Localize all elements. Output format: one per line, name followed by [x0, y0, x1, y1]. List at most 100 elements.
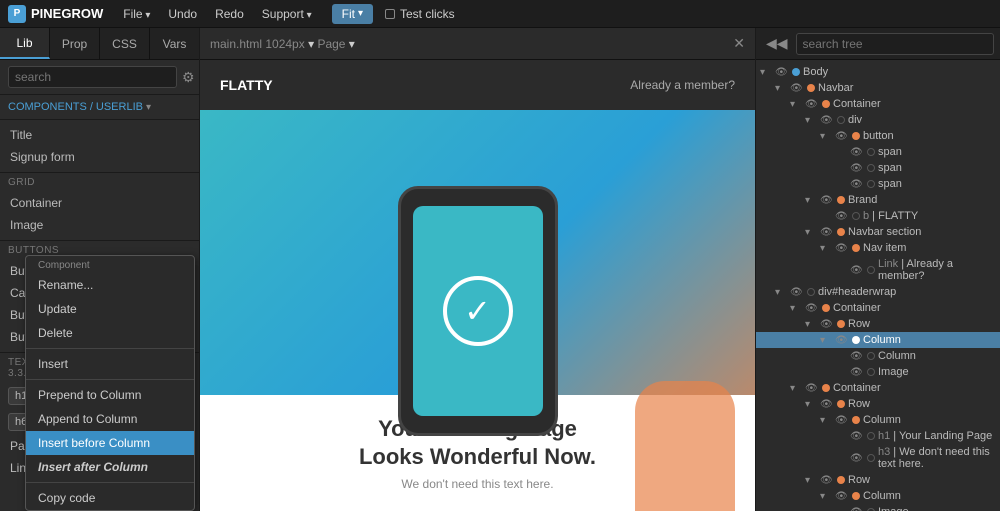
test-clicks-checkbox[interactable] [385, 9, 395, 19]
eye-icon[interactable]: 👁 [835, 335, 849, 346]
tree-arrow[interactable]: ▾ [820, 335, 832, 346]
eye-icon[interactable]: 👁 [835, 415, 849, 426]
tree-item-row3[interactable]: ▾ 👁 Row [756, 472, 1000, 488]
tree-item-navbar[interactable]: ▾ 👁 Navbar [756, 80, 1000, 96]
eye-icon[interactable]: 👁 [820, 399, 834, 410]
page-label[interactable]: Page [317, 37, 345, 51]
ctx-rename[interactable]: Rename... [26, 273, 194, 297]
eye-icon[interactable]: 👁 [850, 179, 864, 190]
comp-signup[interactable]: Signup form [0, 146, 199, 168]
tree-item-h1[interactable]: ▾ 👁 h1 | Your Landing Page [756, 428, 1000, 444]
tree-arrow[interactable]: ▾ [820, 415, 832, 426]
ctx-copy-code[interactable]: Copy code [26, 486, 194, 510]
eye-icon[interactable]: 👁 [850, 431, 864, 442]
eye-icon[interactable]: 👁 [850, 147, 864, 158]
userlib-label[interactable]: USERLIB [96, 101, 143, 113]
tree-item-image1[interactable]: ▾ 👁 Image [756, 364, 1000, 380]
comp-title[interactable]: Title [0, 124, 199, 146]
ctx-append[interactable]: Append to Column [26, 407, 194, 431]
tree-item-link-already[interactable]: ▾ 👁 Link | Already a member? [756, 256, 1000, 284]
eye-icon[interactable]: 👁 [805, 303, 819, 314]
tree-arrow[interactable]: ▾ [805, 475, 817, 486]
tree-item-column2[interactable]: ▾ 👁 Column [756, 412, 1000, 428]
eye-icon[interactable]: 👁 [835, 131, 849, 142]
eye-icon[interactable]: 👁 [820, 475, 834, 486]
tree-item-body[interactable]: ▾ 👁 Body [756, 64, 1000, 80]
tree-item-row2[interactable]: ▾ 👁 Row [756, 396, 1000, 412]
comp-container[interactable]: Container [0, 192, 199, 214]
tree-arrow[interactable]: ▾ [805, 399, 817, 410]
eye-icon[interactable]: 👁 [805, 383, 819, 394]
tree-item-container2[interactable]: ▾ 👁 Container [756, 300, 1000, 316]
tree-item-headerwrap[interactable]: ▾ 👁 div#headerwrap [756, 284, 1000, 300]
tab-lib[interactable]: Lib [0, 28, 50, 59]
tree-item-column-selected[interactable]: ▾ 👁 Column [756, 332, 1000, 348]
tree-arrow[interactable]: ▾ [820, 243, 832, 254]
ctx-insert[interactable]: Insert [26, 352, 194, 376]
settings-icon[interactable]: ⚙ [182, 69, 195, 86]
collapse-left-icon[interactable]: ◀◀ [762, 35, 792, 52]
tab-css[interactable]: CSS [100, 28, 150, 59]
comp-image[interactable]: Image [0, 214, 199, 236]
file-name[interactable]: main.html [210, 37, 262, 51]
ctx-insert-after[interactable]: Insert after Column [26, 455, 194, 479]
eye-icon[interactable]: 👁 [850, 351, 864, 362]
tree-item-span2[interactable]: ▾ 👁 span [756, 160, 1000, 176]
close-button[interactable]: ✕ [733, 35, 745, 52]
menu-redo[interactable]: Redo [207, 4, 252, 24]
tree-arrow[interactable]: ▾ [805, 195, 817, 206]
tree-arrow[interactable]: ▾ [805, 115, 817, 126]
tree-item-span3[interactable]: ▾ 👁 span [756, 176, 1000, 192]
tree-arrow[interactable]: ▾ [805, 319, 817, 330]
eye-icon[interactable]: 👁 [790, 83, 804, 94]
tree-arrow[interactable]: ▾ [805, 227, 817, 238]
tree-item-b-flatty[interactable]: ▾ 👁 b | FLATTY [756, 208, 1000, 224]
eye-icon[interactable]: 👁 [820, 115, 834, 126]
ctx-insert-before[interactable]: Insert before Column [26, 431, 194, 455]
tree-arrow[interactable]: ▾ [820, 131, 832, 142]
tree-item-navbar-section[interactable]: ▾ 👁 Navbar section [756, 224, 1000, 240]
eye-icon[interactable]: 👁 [835, 211, 849, 222]
eye-icon[interactable]: 👁 [850, 453, 864, 464]
tree-item-h3[interactable]: ▾ 👁 h3 | We don't need this text here. [756, 444, 1000, 472]
tree-item-row1[interactable]: ▾ 👁 Row [756, 316, 1000, 332]
tree-arrow[interactable]: ▾ [775, 287, 787, 298]
eye-icon[interactable]: 👁 [790, 287, 804, 298]
tree-item-brand[interactable]: ▾ 👁 Brand [756, 192, 1000, 208]
eye-icon[interactable]: 👁 [775, 67, 789, 78]
eye-icon[interactable]: 👁 [835, 491, 849, 502]
tree-arrow[interactable]: ▾ [820, 491, 832, 502]
ctx-prepend[interactable]: Prepend to Column [26, 383, 194, 407]
tree-search-input[interactable] [796, 33, 994, 55]
eye-icon[interactable]: 👁 [835, 243, 849, 254]
search-input[interactable] [8, 66, 177, 88]
eye-icon[interactable]: 👁 [850, 265, 864, 276]
tree-item-div1[interactable]: ▾ 👁 div [756, 112, 1000, 128]
tree-arrow[interactable]: ▾ [775, 83, 787, 94]
tree-arrow[interactable]: ▾ [790, 99, 802, 110]
tab-prop[interactable]: Prop [50, 28, 100, 59]
eye-icon[interactable]: 👁 [805, 99, 819, 110]
test-clicks-toggle[interactable]: Test clicks [385, 7, 455, 21]
tree-arrow[interactable]: ▾ [760, 67, 772, 78]
fit-button[interactable]: Fit [332, 4, 373, 24]
tree-item-column3[interactable]: ▾ 👁 Column [756, 488, 1000, 504]
ctx-update[interactable]: Update [26, 297, 194, 321]
tree-item-image2[interactable]: ▾ 👁 Image [756, 504, 1000, 511]
eye-icon[interactable]: 👁 [820, 319, 834, 330]
eye-icon[interactable]: 👁 [820, 227, 834, 238]
eye-icon[interactable]: 👁 [820, 195, 834, 206]
userlib-arrow[interactable]: ▾ [146, 102, 151, 113]
eye-icon[interactable]: 👁 [850, 367, 864, 378]
menu-support[interactable]: Support [254, 4, 320, 24]
tree-arrow[interactable]: ▾ [790, 383, 802, 394]
tree-item-button[interactable]: ▾ 👁 button [756, 128, 1000, 144]
tree-item-container1[interactable]: ▾ 👁 Container [756, 96, 1000, 112]
tree-item-container3[interactable]: ▾ 👁 Container [756, 380, 1000, 396]
menu-file[interactable]: File [115, 4, 158, 24]
menu-undo[interactable]: Undo [160, 4, 205, 24]
tree-arrow[interactable]: ▾ [790, 303, 802, 314]
tree-item-column-child[interactable]: ▾ 👁 Column [756, 348, 1000, 364]
eye-icon[interactable]: 👁 [850, 163, 864, 174]
tree-item-nav-item[interactable]: ▾ 👁 Nav item [756, 240, 1000, 256]
